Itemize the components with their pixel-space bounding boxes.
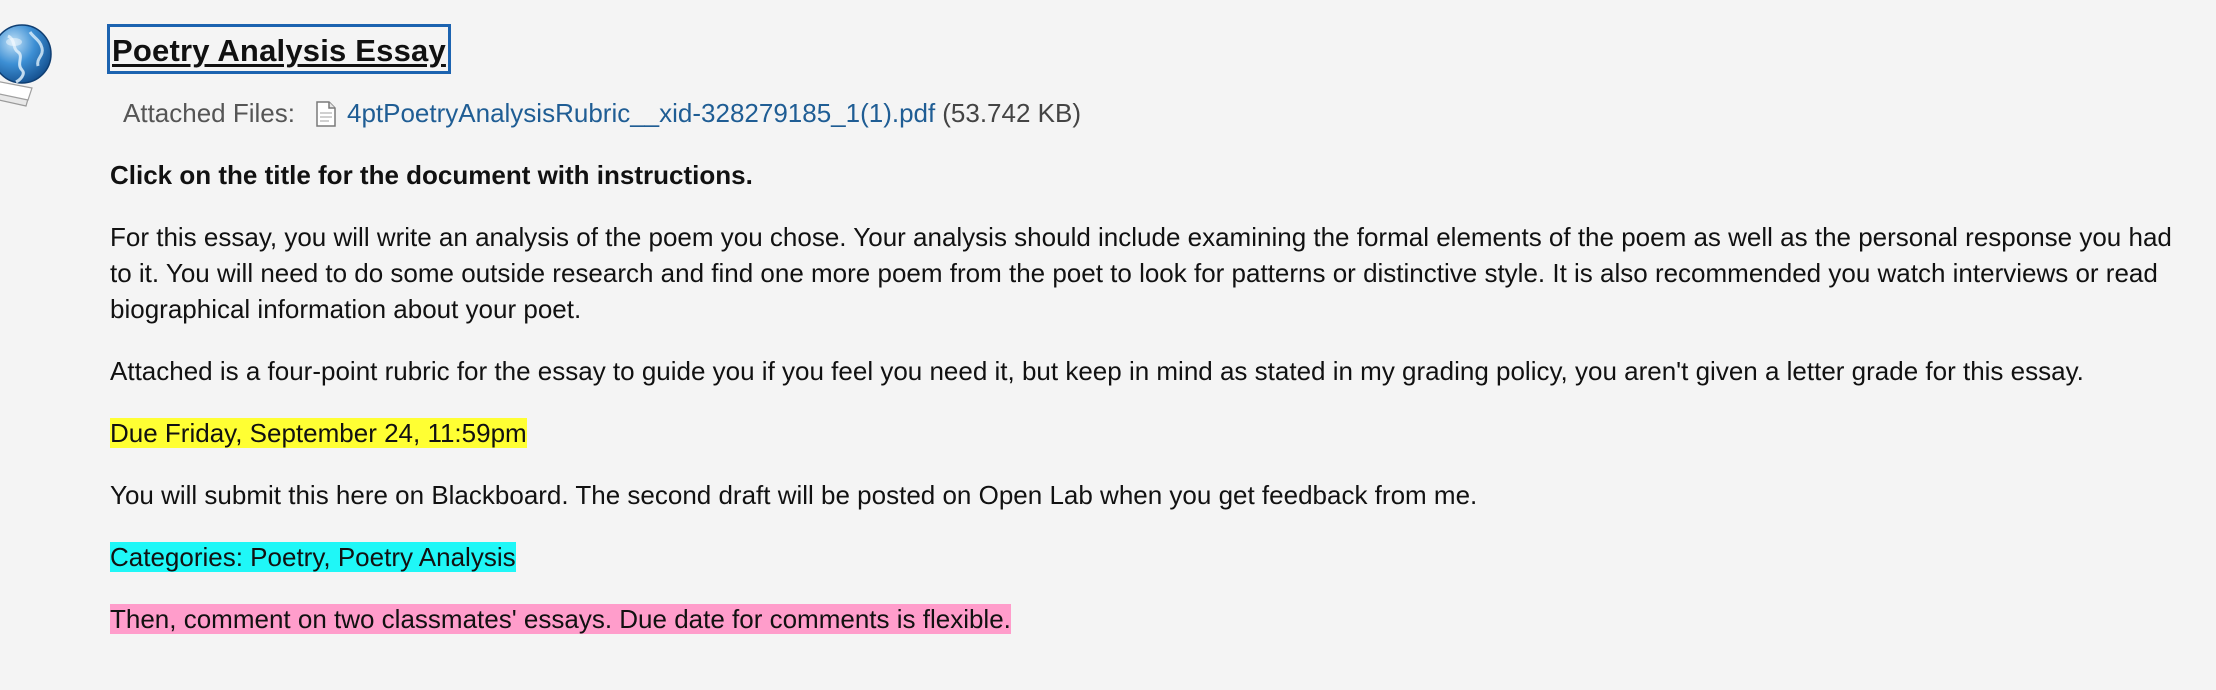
attachment-file-size: (53.742 KB) [942, 98, 1081, 128]
comments-line: Then, comment on two classmates' essays.… [110, 601, 2200, 637]
comments-highlight: Then, comment on two classmates' essays.… [110, 604, 1011, 634]
due-date-line: Due Friday, September 24, 11:59pm [110, 415, 2200, 451]
due-date-highlight: Due Friday, September 24, 11:59pm [110, 418, 527, 448]
content-item: Poetry Analysis Essay Attached Files: 4p… [107, 24, 2200, 637]
globe-document-icon [0, 22, 62, 108]
instruction-text: Click on the title for the document with… [110, 160, 753, 190]
rubric-paragraph: Attached is a four-point rubric for the … [110, 356, 2084, 386]
categories-highlight: Categories: Poetry, Poetry Analysis [110, 542, 516, 572]
description-paragraph: For this essay, you will write an analys… [110, 222, 2172, 324]
attached-files-row: Attached Files: 4ptPoetryAnalysisRubric_… [123, 98, 2200, 129]
attachment-file-link[interactable]: 4ptPoetryAnalysisRubric__xid-328279185_1… [347, 98, 935, 129]
categories-line: Categories: Poetry, Poetry Analysis [110, 539, 2200, 575]
title-focus-box[interactable]: Poetry Analysis Essay [107, 24, 451, 74]
attached-files-label: Attached Files: [123, 98, 295, 128]
item-title-link[interactable]: Poetry Analysis Essay [112, 33, 446, 68]
submission-paragraph: You will submit this here on Blackboard.… [110, 480, 1478, 510]
file-icon [315, 100, 337, 127]
